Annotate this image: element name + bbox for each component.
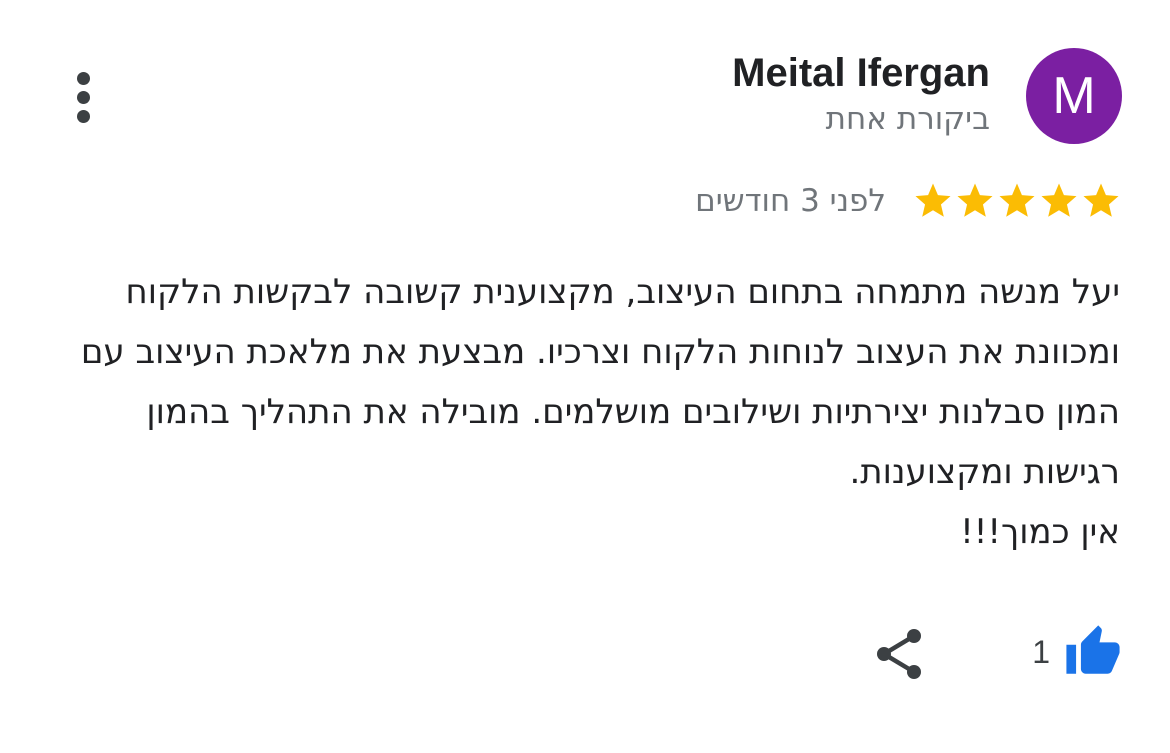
- star-icon: [999, 183, 1035, 217]
- review-body: יעל מנשה מתמחה בתחום העיצוב, מקצוענית קש…: [80, 272, 1120, 492]
- star-icon: [915, 183, 951, 217]
- more-vert-icon-dot: [77, 72, 90, 85]
- review-closing: אין כמוך!!!: [960, 512, 1120, 552]
- more-options-button[interactable]: [64, 66, 104, 128]
- star-icon: [957, 183, 993, 217]
- avatar[interactable]: M: [1026, 48, 1122, 144]
- more-vert-icon-dot: [77, 91, 90, 104]
- star-icon: [1041, 183, 1077, 217]
- reviewer-review-count: ביקורת אחת: [825, 101, 990, 137]
- reviewer-name[interactable]: Meital Ifergan: [732, 50, 990, 96]
- share-icon: [877, 629, 921, 679]
- share-button[interactable]: [868, 624, 930, 686]
- review-card: Meital Ifergan ביקורת אחת M לפני 3 חודשי…: [0, 0, 1170, 753]
- star-rating: [912, 180, 1122, 222]
- reviewer-info: Meital Ifergan ביקורת אחת: [732, 50, 990, 142]
- review-time: לפני 3 חודשים: [695, 183, 886, 219]
- rating-row: לפני 3 חודשים: [695, 178, 1122, 224]
- review-text: יעל מנשה מתמחה בתחום העיצוב, מקצוענית קש…: [40, 262, 1120, 562]
- thumb-up-icon: [1066, 625, 1120, 674]
- like-button[interactable]: 1: [1032, 620, 1122, 684]
- like-count: 1: [1032, 633, 1050, 670]
- star-icon: [1083, 183, 1119, 217]
- more-vert-icon-dot: [77, 110, 90, 123]
- avatar-initial: M: [1052, 67, 1096, 125]
